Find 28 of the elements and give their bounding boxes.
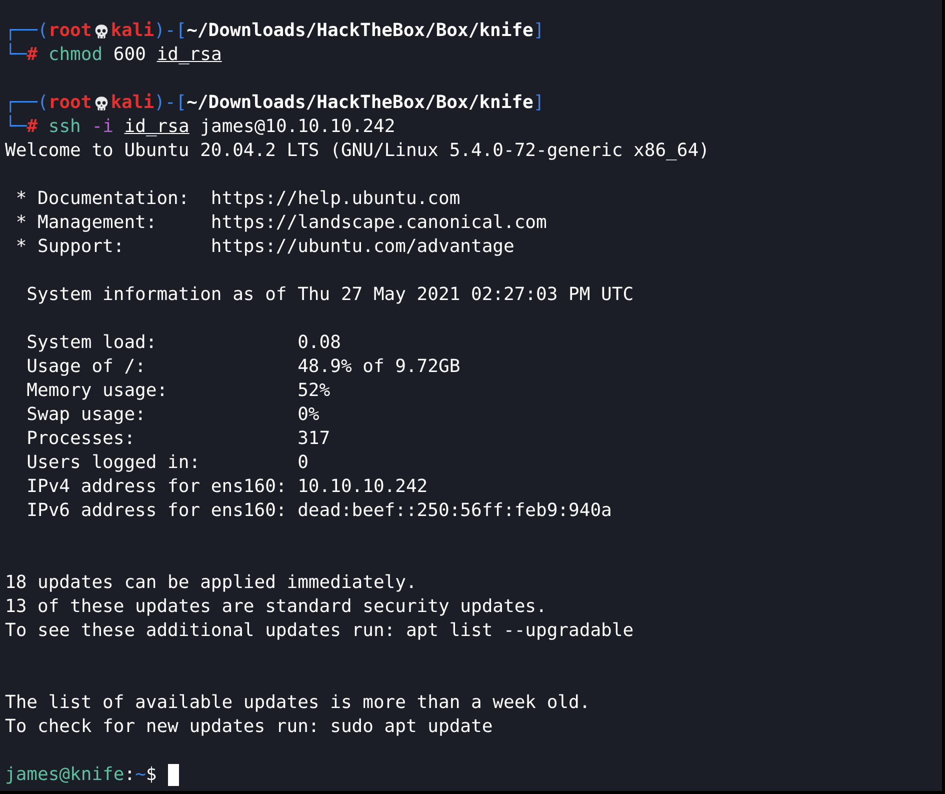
shell-prompt: james@knife:~$ xyxy=(5,763,157,787)
output-line: * Support: https://ubuntu.com/advantage xyxy=(14,235,514,259)
output-line: The list of available updates is more than a week old. xyxy=(5,691,590,715)
output-line: Users logged in: 0 xyxy=(26,451,308,475)
prompt-path: kali)-[~/Downloads/HackTheBox/Box/knife] xyxy=(110,91,544,115)
prompt-path: kali)-[~/Downloads/HackTheBox/Box/knife] xyxy=(110,19,544,43)
output-line: Usage of /: 48.9% of 9.72GB xyxy=(26,355,460,379)
output-line: Processes: 317 xyxy=(26,427,330,451)
output-line: System information as of Thu 27 May 2021 02:27:03 PM UTC xyxy=(26,283,634,307)
command-line: └─# chmod 600 id_rsa xyxy=(5,43,222,67)
prompt-user: ┌──(root xyxy=(5,91,92,115)
output-line: Memory usage: 52% xyxy=(26,379,330,403)
command-line: └─# ssh -i id_rsa james@10.10.10.242 xyxy=(5,115,396,139)
cursor xyxy=(168,764,179,786)
output-line: System load: 0.08 xyxy=(26,331,341,355)
output-line: * Documentation: https://help.ubuntu.com xyxy=(14,187,460,211)
output-line: To check for new updates run: sudo apt update xyxy=(5,715,493,739)
output-line: * Management: https://landscape.canonical.com xyxy=(14,211,547,235)
output-line: 13 of these updates are standard security updates. xyxy=(5,595,547,619)
output-line: Welcome to Ubuntu 20.04.2 LTS (GNU/Linux 5.4.0-72-generic x86_64) xyxy=(5,139,710,163)
output-line: IPv4 address for ens160: 10.10.10.242 xyxy=(26,475,428,499)
prompt-user: ┌──(root xyxy=(5,19,92,43)
output-line: Swap usage: 0% xyxy=(26,403,320,427)
skull-icon xyxy=(92,22,110,40)
skull-icon xyxy=(92,94,110,112)
output-line: 18 updates can be applied immediately. xyxy=(5,571,417,595)
output-line: IPv6 address for ens160: dead:beef::250:56ff:feb9:940a xyxy=(26,499,612,523)
output-line: To see these additional updates run: apt list --upgradable xyxy=(5,619,634,643)
